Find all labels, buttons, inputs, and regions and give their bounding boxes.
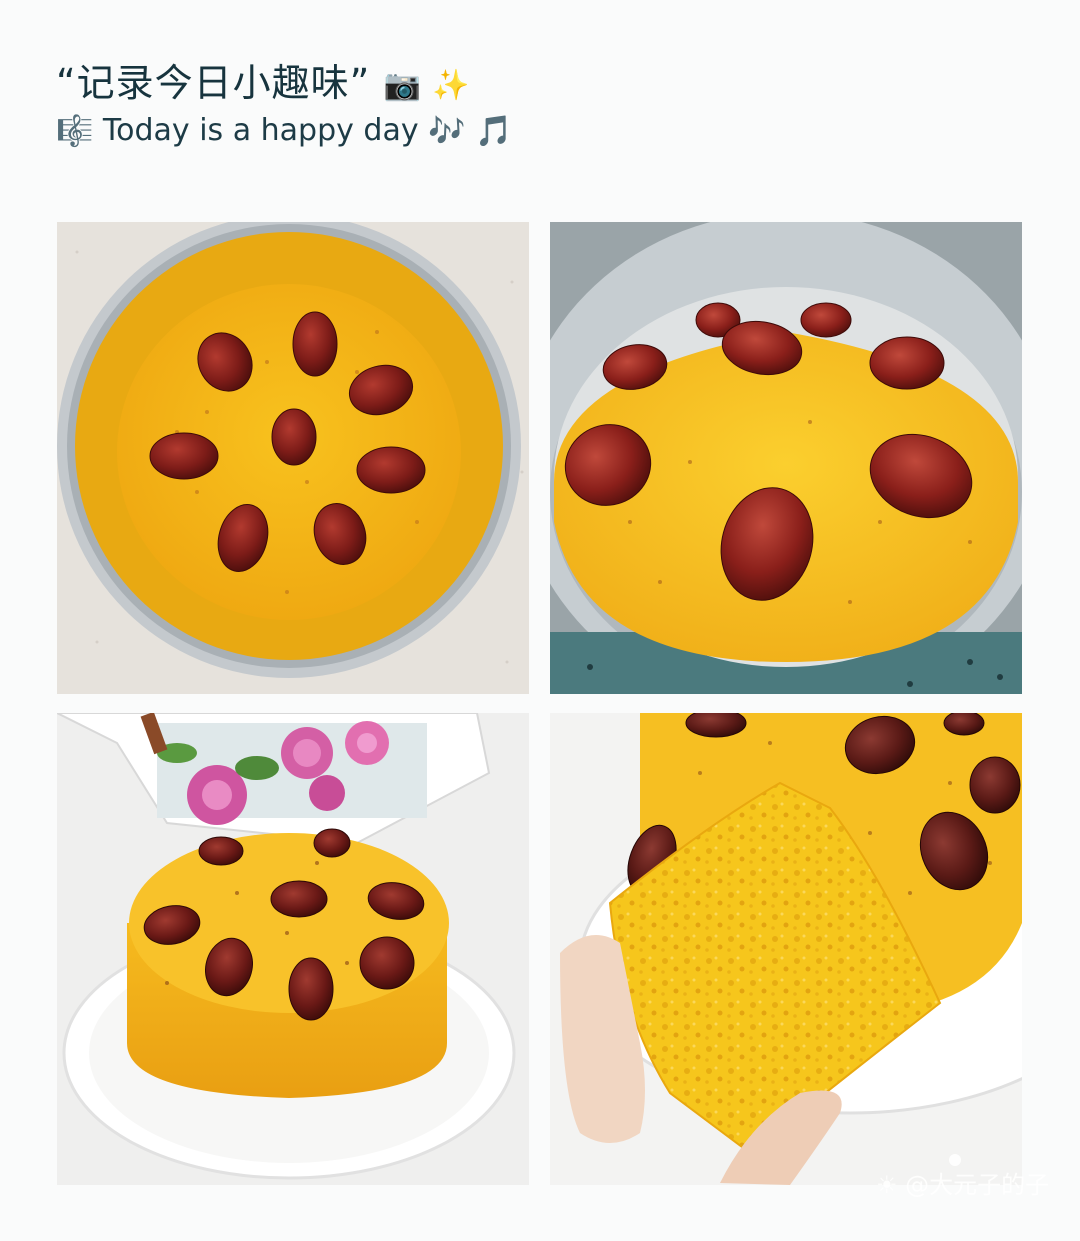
steamed-cake-in-pan-photo bbox=[550, 222, 1022, 694]
cake-slice-closeup-photo bbox=[550, 713, 1022, 1185]
watermark: ☀ @大元子的子 bbox=[876, 1165, 1049, 1200]
watermark-text: @大元子的子 bbox=[905, 1171, 1050, 1199]
cake-on-plate-photo bbox=[57, 713, 529, 1185]
title-text: “记录今日小趣味” bbox=[56, 61, 371, 105]
music-score-icon: 🎼 bbox=[56, 114, 94, 149]
subtitle-text: Today is a happy day bbox=[102, 113, 419, 148]
music-notes-icon: 🎶 🎵 bbox=[428, 114, 513, 149]
page-subtitle: 🎼 Today is a happy day 🎶 🎵 bbox=[56, 113, 512, 149]
page-title: “记录今日小趣味” 📷 ✨ bbox=[56, 52, 471, 107]
batter-in-pan-photo bbox=[57, 222, 529, 694]
sun-icon: ☀ bbox=[876, 1171, 898, 1199]
camera-sparkle-icon: 📷 ✨ bbox=[383, 68, 471, 103]
